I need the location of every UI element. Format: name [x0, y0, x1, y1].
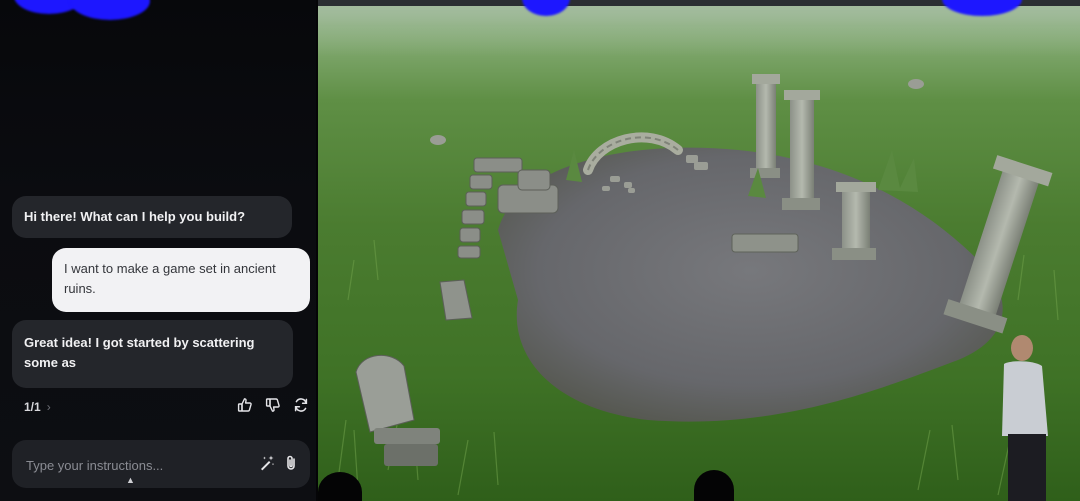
refresh-icon[interactable]: [292, 396, 310, 414]
sparkle-wand-icon[interactable]: [258, 454, 276, 472]
page-count: 1/1: [24, 400, 41, 414]
gravestone-front: [355, 354, 440, 466]
assistant-greeting-text: Hi there! What can I help you build?: [24, 209, 246, 224]
next-response-chevron-icon[interactable]: ›: [47, 400, 51, 414]
fallen-block: [731, 233, 799, 253]
ruins-scene: [318, 6, 1080, 501]
game-viewport[interactable]: [318, 0, 1080, 501]
response-pager: 1/1 ›: [24, 400, 51, 414]
response-actions: [236, 396, 310, 414]
dirt-clearing: [498, 147, 1003, 422]
paperclip-icon[interactable]: [282, 454, 300, 472]
thumbs-up-icon[interactable]: [236, 396, 254, 414]
thumbs-down-icon[interactable]: [264, 396, 282, 414]
instruction-composer: [12, 440, 310, 488]
user-message-bubble: I want to make a game set in ancient rui…: [52, 248, 310, 312]
assistant-reply-bubble: Great idea! I got started by scattering …: [12, 320, 293, 388]
assistant-reply-text: Great idea! I got started by scattering …: [24, 335, 255, 370]
instruction-input[interactable]: [24, 454, 248, 476]
assistant-greeting-bubble: Hi there! What can I help you build?: [12, 196, 292, 238]
stage-blob: [70, 0, 150, 20]
gravestone-mid: [439, 279, 473, 321]
assistant-panel: Hi there! What can I help you build? I w…: [0, 0, 316, 501]
user-message-text: I want to make a game set in ancient rui…: [64, 261, 276, 296]
presenter-figure: [1002, 335, 1048, 501]
mouse-cursor-icon: ▲: [126, 475, 135, 485]
